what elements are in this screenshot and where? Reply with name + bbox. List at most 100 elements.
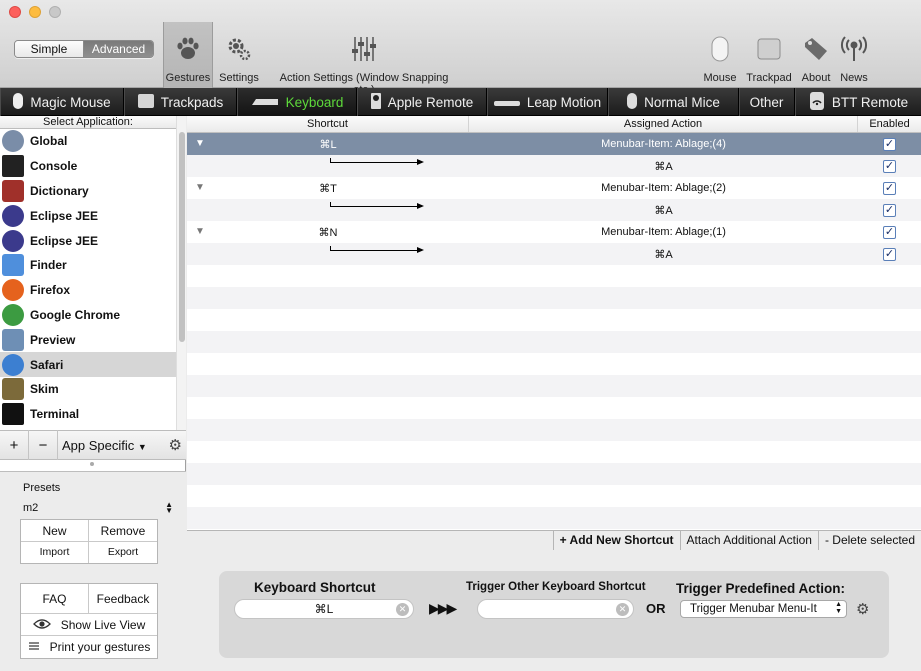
- paw-icon: [164, 34, 212, 64]
- toolbar-action-settings[interactable]: Action Settings (Window Snapping etc.): [268, 34, 460, 96]
- enabled-cell: ✓: [858, 137, 921, 151]
- empty-table-row: [187, 309, 921, 331]
- tab-label: Normal Mice: [644, 94, 720, 110]
- empty-table-row: [187, 397, 921, 419]
- table-row[interactable]: ⌘A ✓: [187, 155, 921, 177]
- app-specific-menu[interactable]: App Specific ▼: [58, 438, 158, 453]
- app-list-item[interactable]: Eclipse JEE: [0, 203, 176, 228]
- toolbar-news[interactable]: News: [838, 34, 870, 84]
- app-list-item-label: Eclipse JEE: [30, 233, 99, 248]
- app-list-item[interactable]: Google Chrome: [0, 303, 176, 328]
- empty-table-row: [187, 441, 921, 463]
- tab-label: Magic Mouse: [30, 94, 111, 110]
- feedback-button[interactable]: Feedback: [89, 584, 157, 614]
- toolbar-gestures[interactable]: Gestures: [163, 22, 213, 88]
- table-row[interactable]: ⌘A ✓: [187, 243, 921, 265]
- add-app-button[interactable]: +: [0, 430, 29, 460]
- advanced-mode-button[interactable]: Advanced: [84, 41, 153, 57]
- app-list-item-label: Dictionary: [30, 183, 89, 198]
- eclipse-icon: [2, 204, 24, 227]
- empty-table-row: [187, 485, 921, 507]
- attach-additional-action-button[interactable]: Attach Additional Action: [679, 531, 818, 550]
- enabled-checkbox[interactable]: ✓: [883, 203, 896, 217]
- add-new-shortcut-button[interactable]: + Add New Shortcut: [552, 531, 680, 550]
- enabled-checkbox[interactable]: ✓: [883, 247, 896, 261]
- faq-button[interactable]: FAQ: [21, 584, 89, 614]
- toolbar-settings[interactable]: Settings: [217, 34, 261, 84]
- enabled-checkbox[interactable]: ✓: [883, 181, 896, 195]
- toolbar-mouse[interactable]: Mouse: [702, 34, 738, 84]
- tab-apple-remote[interactable]: Apple Remote: [357, 88, 487, 116]
- table-row[interactable]: ▼ ⌘L Menubar-Item: Ablage;(4) ✓: [187, 133, 921, 155]
- clear-icon[interactable]: ✕: [616, 603, 629, 616]
- keyboard-shortcut-field[interactable]: ⌘L ✕: [234, 599, 414, 619]
- app-list-item[interactable]: Eclipse JEE: [0, 228, 176, 253]
- import-preset-button[interactable]: Import: [21, 542, 89, 563]
- gear-icon[interactable]: ⚙: [169, 436, 182, 454]
- table-row[interactable]: ▼ ⌘T Menubar-Item: Ablage;(2) ✓: [187, 177, 921, 199]
- app-list-item[interactable]: Firefox: [0, 278, 176, 303]
- enabled-checkbox[interactable]: ✓: [883, 225, 896, 239]
- sliders-icon: [268, 34, 460, 64]
- keyboard-shortcut-label: Keyboard Shortcut: [254, 580, 376, 595]
- print-gestures-button[interactable]: Print your gestures: [21, 636, 157, 658]
- table-row[interactable]: ▼ ⌘N Menubar-Item: Ablage;(1) ✓: [187, 221, 921, 243]
- enabled-checkbox[interactable]: ✓: [883, 159, 896, 173]
- app-list-item[interactable]: Safari: [0, 352, 176, 377]
- tab-keyboard[interactable]: Keyboard: [237, 88, 357, 116]
- tab-normal-mice[interactable]: Normal Mice: [608, 88, 739, 116]
- shortcut-text: ⌘L: [319, 138, 337, 151]
- app-list-item[interactable]: Console: [0, 154, 176, 179]
- traffic-lights: [9, 6, 61, 18]
- preview-icon: [2, 328, 24, 351]
- simple-mode-button[interactable]: Simple: [15, 41, 84, 57]
- tab-btt-remote[interactable]: BTT Remote: [795, 88, 921, 116]
- tab-label: Leap Motion: [526, 94, 602, 110]
- shortcut-text: ⌘T: [319, 182, 337, 195]
- enabled-checkbox[interactable]: ✓: [883, 137, 896, 151]
- app-list-item[interactable]: Dictionary: [0, 179, 176, 204]
- tab-leap-motion[interactable]: Leap Motion: [487, 88, 608, 116]
- app-list-item-label: Firefox: [30, 283, 71, 298]
- close-window-button[interactable]: [9, 6, 21, 18]
- globe-icon: [2, 130, 24, 153]
- disclosure-triangle-icon[interactable]: ▼: [195, 182, 205, 193]
- show-live-view-button[interactable]: Show Live View: [21, 614, 157, 636]
- disclosure-triangle-icon[interactable]: ▼: [195, 226, 205, 237]
- gear-icon[interactable]: ⚙: [856, 600, 869, 618]
- column-header-enabled[interactable]: Enabled: [858, 116, 921, 132]
- zoom-window-button[interactable]: [49, 6, 61, 18]
- app-list-scrollbar[interactable]: [176, 116, 186, 430]
- trigger-other-shortcut-field[interactable]: ✕: [477, 599, 634, 619]
- export-preset-button[interactable]: Export: [89, 542, 157, 563]
- clear-icon[interactable]: ✕: [396, 603, 409, 616]
- column-header-shortcut[interactable]: Shortcut: [187, 116, 469, 132]
- tab-other[interactable]: Other: [739, 88, 795, 116]
- toolbar-about[interactable]: About: [800, 34, 832, 84]
- tab-trackpads[interactable]: Trackpads: [124, 88, 237, 116]
- app-list-item[interactable]: Skim: [0, 377, 176, 402]
- mouse-icon: [12, 92, 24, 113]
- minimize-window-button[interactable]: [29, 6, 41, 18]
- app-list-item[interactable]: Finder: [0, 253, 176, 278]
- splitter-handle[interactable]: [90, 462, 94, 466]
- firefox-icon: [2, 279, 24, 302]
- scrollbar-thumb[interactable]: [179, 132, 185, 342]
- new-preset-button[interactable]: New: [21, 520, 89, 542]
- table-action-bar: + Add New Shortcut Attach Additional Act…: [187, 530, 921, 550]
- enabled-cell: ✓: [858, 247, 921, 261]
- remove-preset-button[interactable]: Remove: [89, 520, 157, 542]
- app-list-item[interactable]: Terminal: [0, 402, 176, 427]
- delete-selected-button[interactable]: - Delete selected: [817, 531, 921, 550]
- table-row[interactable]: ⌘A ✓: [187, 199, 921, 221]
- tab-magic-mouse[interactable]: Magic Mouse: [0, 88, 124, 116]
- keyboard-shortcut-value: ⌘L: [314, 602, 334, 616]
- disclosure-triangle-icon[interactable]: ▼: [195, 138, 205, 149]
- remove-app-button[interactable]: −: [29, 430, 58, 460]
- app-list-item[interactable]: Preview: [0, 327, 176, 352]
- toolbar-trackpad[interactable]: Trackpad: [745, 34, 793, 84]
- predefined-action-select[interactable]: Trigger Menubar Menu-It ▲ ▼: [680, 600, 847, 618]
- app-list-item[interactable]: Global: [0, 129, 176, 154]
- preset-select[interactable]: m2 ▲ ▼: [23, 501, 173, 515]
- column-header-assigned-action[interactable]: Assigned Action: [469, 116, 858, 132]
